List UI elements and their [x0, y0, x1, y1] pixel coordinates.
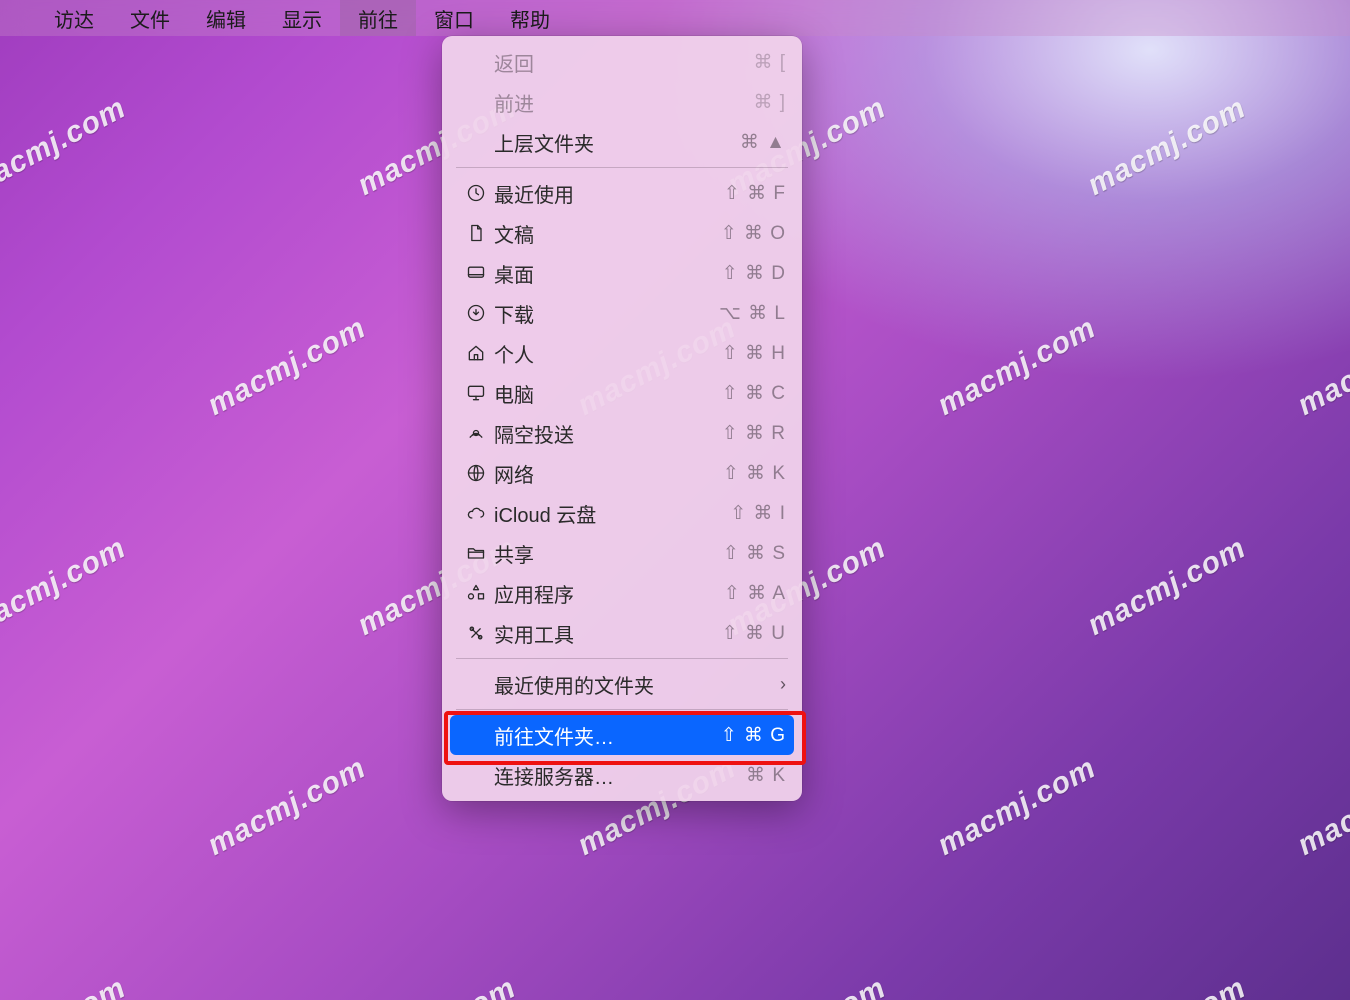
menu-item-label: 个人: [492, 339, 722, 368]
menu-item-label: 最近使用: [492, 179, 724, 208]
home-icon: [460, 343, 492, 363]
menu-item-label: iCloud 云盘: [492, 499, 730, 528]
chevron-right-icon: ›: [780, 674, 786, 695]
watermark-text: macmj.com: [722, 971, 892, 1000]
menu-item-label: 上层文件夹: [492, 128, 740, 157]
menubar-item-0[interactable]: 访达: [36, 0, 112, 36]
menu-item-shortcut: ⇧ ⌘ U: [722, 622, 786, 645]
folder-icon: [460, 543, 492, 563]
watermark-text: macmj.com: [0, 531, 132, 643]
menu-item-label: 前进: [492, 88, 753, 117]
watermark-text: macmj.com: [1292, 311, 1350, 423]
menubar: 访达文件编辑显示前往窗口帮助: [0, 0, 1350, 36]
airdrop-icon: [460, 423, 492, 443]
watermark-text: macmj.com: [932, 311, 1102, 423]
desktop-icon: [460, 263, 492, 283]
menu-item[interactable]: iCloud 云盘⇧ ⌘ I: [442, 493, 802, 533]
menu-item-label: 文稿: [492, 219, 721, 248]
menu-item[interactable]: 隔空投送⇧ ⌘ R: [442, 413, 802, 453]
menu-item-label: 下载: [492, 299, 719, 328]
download-icon: [460, 303, 492, 323]
menu-item-label: 实用工具: [492, 619, 722, 648]
menu-item[interactable]: 最近使用的文件夹›: [442, 664, 802, 704]
menu-item[interactable]: 实用工具⇧ ⌘ U: [442, 613, 802, 653]
menu-item-shortcut: ⇧ ⌘ C: [722, 382, 786, 405]
menu-item[interactable]: 网络⇧ ⌘ K: [442, 453, 802, 493]
watermark-text: macmj.com: [1292, 751, 1350, 863]
cloud-icon: [460, 503, 492, 523]
menu-item-shortcut: ⌥ ⌘ L: [719, 302, 786, 325]
menu-item-shortcut: ⇧ ⌘ H: [722, 342, 786, 365]
menu-item-label: 隔空投送: [492, 419, 722, 448]
menu-item-label: 应用程序: [492, 579, 724, 608]
menu-item-shortcut: ⇧ ⌘ O: [721, 222, 786, 245]
menu-item[interactable]: 上层文件夹⌘ ▲: [442, 122, 802, 162]
menu-item-label: 最近使用的文件夹: [492, 670, 780, 699]
menu-item: 返回⌘ [: [442, 42, 802, 82]
watermark-text: macmj.com: [932, 751, 1102, 863]
menu-item-label: 返回: [492, 48, 753, 77]
watermark-text: macmj.com: [202, 751, 372, 863]
menubar-item-3[interactable]: 显示: [264, 0, 340, 36]
menu-item-label: 桌面: [492, 259, 722, 288]
menu-item-shortcut: ⇧ ⌘ S: [723, 542, 786, 565]
computer-icon: [460, 383, 492, 403]
go-menu-dropdown: 返回⌘ [前进⌘ ]上层文件夹⌘ ▲最近使用⇧ ⌘ F文稿⇧ ⌘ O桌面⇧ ⌘ …: [442, 36, 802, 801]
globe-icon: [460, 463, 492, 483]
menu-separator: [456, 167, 788, 168]
menu-item[interactable]: 共享⇧ ⌘ S: [442, 533, 802, 573]
menu-item-shortcut: ⇧ ⌘ K: [723, 462, 786, 485]
menu-item[interactable]: 电脑⇧ ⌘ C: [442, 373, 802, 413]
menu-item-shortcut: ⌘ ▲: [740, 131, 786, 154]
watermark-text: macmj.com: [1082, 971, 1252, 1000]
menu-item-shortcut: ⌘ [: [753, 51, 786, 74]
menubar-item-1[interactable]: 文件: [112, 0, 188, 36]
menu-item-label: 前往文件夹…: [492, 721, 721, 750]
watermark-text: macmj.com: [0, 971, 132, 1000]
menubar-item-4[interactable]: 前往: [340, 0, 416, 36]
menu-item[interactable]: 最近使用⇧ ⌘ F: [442, 173, 802, 213]
menu-item-shortcut: ⇧ ⌘ R: [722, 422, 786, 445]
menu-item-shortcut: ⇧ ⌘ D: [722, 262, 786, 285]
menu-item[interactable]: 前往文件夹…⇧ ⌘ G: [450, 715, 794, 755]
menu-item-shortcut: ⇧ ⌘ G: [721, 724, 786, 747]
menu-item[interactable]: 下载⌥ ⌘ L: [442, 293, 802, 333]
menu-item-label: 电脑: [492, 379, 722, 408]
menu-item[interactable]: 桌面⇧ ⌘ D: [442, 253, 802, 293]
menu-item: 前进⌘ ]: [442, 82, 802, 122]
menubar-item-6[interactable]: 帮助: [492, 0, 568, 36]
menu-item[interactable]: 连接服务器…⌘ K: [442, 755, 802, 795]
apps-icon: [460, 583, 492, 603]
watermark-text: macmj.com: [1082, 531, 1252, 643]
menu-item[interactable]: 个人⇧ ⌘ H: [442, 333, 802, 373]
watermark-text: macmj.com: [202, 311, 372, 423]
menu-item-shortcut: ⌘ K: [746, 764, 786, 787]
menu-item-shortcut: ⇧ ⌘ I: [730, 502, 786, 525]
watermark-text: macmj.com: [1082, 91, 1252, 203]
menu-item[interactable]: 应用程序⇧ ⌘ A: [442, 573, 802, 613]
menu-separator: [456, 709, 788, 710]
desktop: macmj.com macmj.com macmj.com macmj.com macm…: [0, 0, 1350, 1000]
doc-icon: [460, 223, 492, 243]
watermark-text: macmj.com: [0, 91, 132, 203]
menu-item-label: 网络: [492, 459, 723, 488]
menubar-item-5[interactable]: 窗口: [416, 0, 492, 36]
watermark-text: macmj.com: [352, 971, 522, 1000]
menubar-item-2[interactable]: 编辑: [188, 0, 264, 36]
menu-separator: [456, 658, 788, 659]
clock-icon: [460, 183, 492, 203]
menu-item-label: 连接服务器…: [492, 761, 746, 790]
menu-item-label: 共享: [492, 539, 723, 568]
menu-item-shortcut: ⇧ ⌘ F: [724, 182, 786, 205]
menu-item-shortcut: ⌘ ]: [753, 91, 786, 114]
menu-item-shortcut: ⇧ ⌘ A: [724, 582, 786, 605]
tools-icon: [460, 623, 492, 643]
menu-item[interactable]: 文稿⇧ ⌘ O: [442, 213, 802, 253]
